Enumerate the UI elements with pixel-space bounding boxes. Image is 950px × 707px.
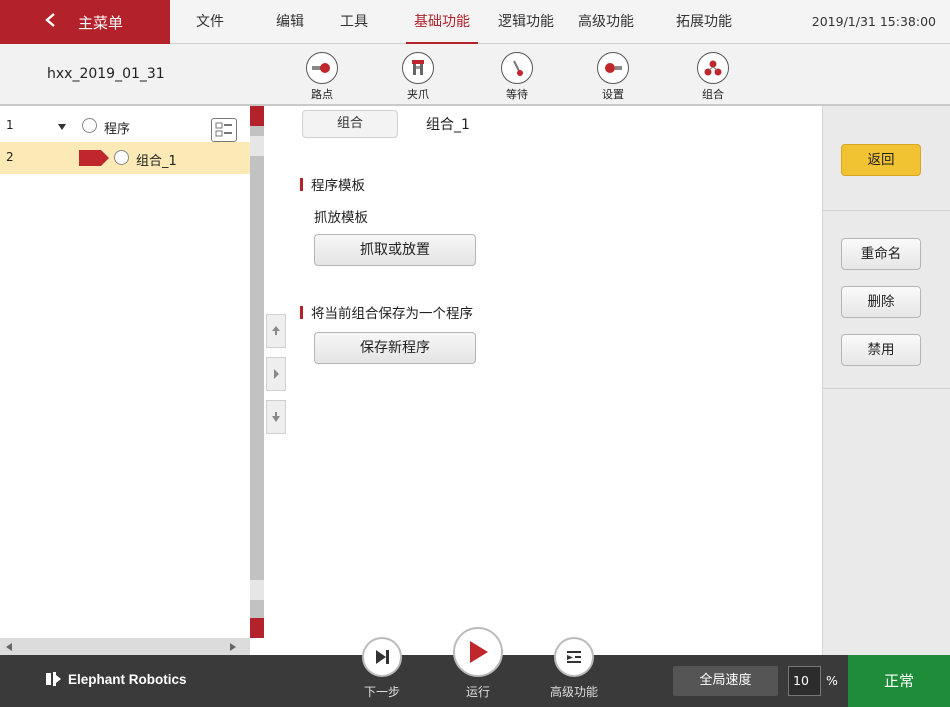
tool-wait[interactable]: 等待 (492, 52, 542, 104)
delete-button[interactable]: 删除 (841, 286, 921, 318)
back-button[interactable]: 返回 (841, 144, 921, 176)
scroll-top-button[interactable] (250, 106, 264, 126)
gripper-icon (412, 60, 424, 75)
group-node-icon (114, 150, 129, 165)
save-new-program-button[interactable]: 保存新程序 (314, 332, 476, 364)
scroll-up-arrow[interactable] (250, 136, 264, 156)
main-menu-button[interactable]: 主菜单 (0, 0, 170, 44)
move-up-button[interactable] (266, 314, 286, 348)
pick-place-template-label: 抓放模板 (314, 210, 368, 226)
menu-advanced-functions[interactable]: 高级功能 (570, 0, 642, 44)
program-template-heading: 程序模板 (300, 174, 365, 194)
step-forward-icon (376, 650, 389, 664)
menu-basic-functions[interactable]: 基础功能 (406, 0, 478, 45)
next-step-control[interactable]: 下一步 (352, 637, 412, 700)
tree-row-label: 组合_1 (136, 154, 177, 169)
tool-settings[interactable]: 设置 (588, 52, 638, 104)
next-step-label: 下一步 (363, 685, 400, 699)
structure-view-button[interactable] (211, 118, 237, 142)
arrow-right-icon (274, 369, 279, 379)
main-menu-label: 主菜单 (78, 13, 124, 32)
structure-icon (215, 122, 232, 137)
arrow-down-icon (272, 412, 280, 422)
current-pointer-icon (79, 150, 109, 166)
menu-edit[interactable]: 编辑 (270, 0, 310, 44)
disable-button[interactable]: 禁用 (841, 334, 921, 366)
play-icon (470, 641, 488, 663)
tool-waypoint[interactable]: 路点 (297, 52, 347, 104)
tool-wait-label: 等待 (506, 88, 528, 101)
node-detail-panel: 组合 组合_1 程序模板 抓放模板 抓取或放置 将当前组合保存为一个程序 保存新… (290, 106, 822, 655)
menu-tools[interactable]: 工具 (334, 0, 374, 44)
global-speed-button[interactable]: 全局速度 (673, 666, 778, 696)
waypoint-icon (312, 63, 330, 73)
tool-gripper[interactable]: 夹爪 (393, 52, 443, 104)
program-icon (82, 118, 97, 133)
speed-unit: % (826, 673, 838, 688)
group-icon (704, 60, 722, 76)
advanced-functions-control[interactable]: 高级功能 (544, 637, 604, 700)
scroll-right-icon[interactable] (228, 642, 238, 652)
global-speed-input[interactable]: 10 (788, 666, 821, 696)
divider (823, 210, 950, 211)
advanced-functions-label: 高级功能 (549, 685, 598, 699)
brand-logo: Elephant Robotics (44, 655, 187, 707)
tool-settings-label: 设置 (602, 88, 624, 101)
tool-gripper-label: 夹爪 (407, 88, 429, 101)
tool-group-label: 组合 (702, 88, 724, 101)
collapse-icon[interactable] (58, 124, 66, 130)
node-type-tab[interactable]: 组合 (302, 110, 398, 138)
arrow-up-icon (272, 326, 280, 335)
advanced-list-icon (567, 651, 581, 663)
program-name: hxx_2019_01_31 (47, 66, 165, 82)
toolbar: hxx_2019_01_31 路点 夹爪 等待 设置 组合 (0, 44, 950, 106)
scroll-bottom-button[interactable] (250, 618, 264, 638)
wait-icon (513, 60, 523, 76)
move-in-button[interactable] (266, 357, 286, 391)
tool-group[interactable]: 组合 (688, 52, 738, 104)
run-label: 运行 (465, 685, 490, 699)
menu-file[interactable]: 文件 (190, 0, 230, 44)
program-tree: 1 程序 2 组合_1 (0, 106, 250, 638)
brand-name: Elephant Robotics (68, 672, 187, 687)
run-control[interactable]: 运行 (448, 627, 508, 700)
divider (823, 388, 950, 389)
tree-row-number: 1 (6, 118, 14, 132)
datetime: 2019/1/31 15:38:00 (811, 14, 936, 29)
node-name: 组合_1 (426, 117, 470, 133)
tree-vertical-scrollbar[interactable] (250, 106, 264, 638)
scroll-down-arrow[interactable] (250, 580, 264, 600)
rename-button[interactable]: 重命名 (841, 238, 921, 270)
menu-logic-functions[interactable]: 逻辑功能 (490, 0, 562, 44)
move-down-button[interactable] (266, 400, 286, 434)
tree-row-label: 程序 (104, 122, 131, 137)
menu-bar: 主菜单 文件 编辑 工具 基础功能 逻辑功能 高级功能 拓展功能 2019/1/… (0, 0, 950, 45)
status-badge: 正常 (848, 655, 950, 707)
tree-row-number: 2 (6, 150, 14, 164)
chevron-left-icon (45, 13, 55, 27)
menu-extension-functions[interactable]: 拓展功能 (668, 0, 740, 44)
right-action-panel: 返回 重命名 删除 禁用 (822, 106, 950, 655)
elephant-logo-icon (46, 672, 61, 686)
save-as-program-heading: 将当前组合保存为一个程序 (300, 302, 473, 322)
tree-row[interactable]: 2 组合_1 (0, 142, 250, 174)
tree-horizontal-scrollbar[interactable] (0, 638, 250, 655)
tool-waypoint-label: 路点 (311, 88, 333, 101)
scroll-left-icon[interactable] (4, 642, 14, 652)
settings-icon (605, 63, 622, 73)
pick-or-place-button[interactable]: 抓取或放置 (314, 234, 476, 266)
